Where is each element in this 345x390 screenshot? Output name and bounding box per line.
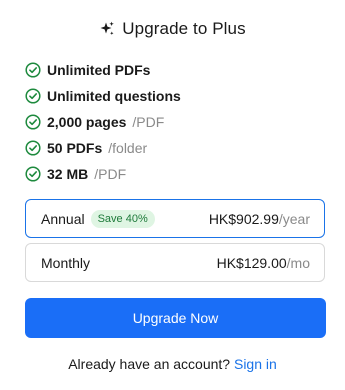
header: Upgrade to Plus (0, 17, 345, 41)
sparkle-icon (100, 21, 115, 35)
plan-price: HK$129.00 (216, 254, 287, 271)
feature-unit: /folder (108, 140, 148, 156)
feature-label: Unlimited questions (47, 88, 181, 104)
signin-prompt-text: Already have an account? (68, 356, 231, 372)
plan-name: Monthly (41, 254, 91, 271)
feature-label: 2,000 pages (47, 114, 127, 130)
feature-list: Unlimited PDFs Unlimited questions 2,000… (25, 57, 321, 187)
plan-option-monthly[interactable]: Monthly HK$129.00/mo (25, 243, 325, 282)
plan-period: /year (278, 210, 310, 227)
upgrade-now-button[interactable]: Upgrade Now (25, 298, 326, 338)
save-badge: Save 40% (90, 209, 155, 228)
feature-label: 50 PDFs (47, 140, 103, 156)
signin-prompt: Already have an account? Sign in (0, 356, 345, 372)
feature-item: 2,000 pages/PDF (25, 109, 321, 135)
plan-price: HK$902.99 (208, 210, 279, 227)
check-circle-icon (25, 166, 41, 182)
page-title: Upgrade to Plus (122, 19, 246, 38)
upgrade-card: Upgrade to Plus Unlimited PDFs Unlimited… (0, 0, 345, 390)
feature-label: 32 MB (47, 166, 89, 182)
check-circle-icon (25, 140, 41, 156)
feature-item: 32 MB/PDF (25, 161, 321, 187)
feature-item: Unlimited questions (25, 83, 321, 109)
plan-period: /mo (286, 254, 310, 271)
feature-unit: /PDF (94, 166, 127, 182)
check-circle-icon (25, 114, 41, 130)
feature-item: 50 PDFs/folder (25, 135, 321, 161)
sign-in-link[interactable]: Sign in (234, 356, 277, 372)
check-circle-icon (25, 88, 41, 104)
plan-name: Annual (41, 210, 85, 227)
plan-option-annual[interactable]: Annual Save 40% HK$902.99/year (25, 199, 325, 238)
feature-label: Unlimited PDFs (47, 62, 151, 78)
check-circle-icon (25, 62, 41, 78)
feature-item: Unlimited PDFs (25, 57, 321, 83)
feature-unit: /PDF (132, 114, 165, 130)
